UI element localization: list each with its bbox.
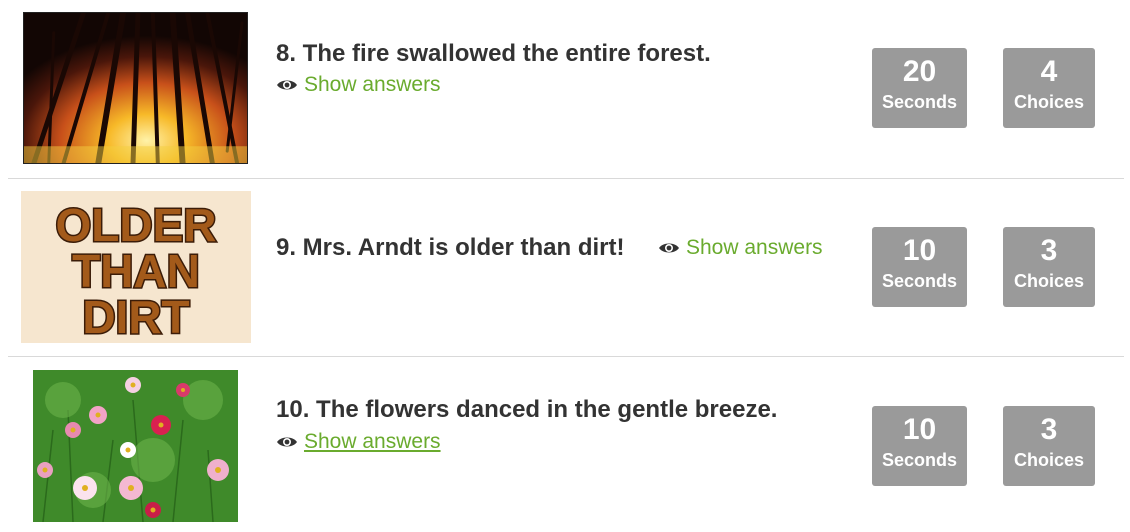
- choices-label: Choices: [1013, 271, 1085, 291]
- show-answers-link[interactable]: Show answers: [658, 236, 823, 260]
- show-answers-link[interactable]: Show answers: [276, 430, 441, 454]
- seconds-badge: 10 Seconds: [872, 406, 967, 486]
- seconds-value: 20: [902, 55, 937, 88]
- question-text: 10. The flowers danced in the gentle bre…: [276, 396, 778, 423]
- question-row[interactable]: 8. The fire swallowed the entire forest.…: [8, 0, 1124, 179]
- show-answers-label: Show answers: [304, 73, 441, 96]
- image-text-line-1: OLDER: [56, 199, 217, 251]
- seconds-badge: 10 Seconds: [872, 227, 967, 307]
- show-answers-label: Show answers: [686, 236, 823, 259]
- choices-badge: 3 Choices: [1003, 406, 1095, 486]
- choices-value: 4: [1040, 55, 1058, 88]
- choices-badge: 3 Choices: [1003, 227, 1095, 307]
- seconds-value: 10: [902, 234, 937, 267]
- choices-label: Choices: [1013, 450, 1085, 470]
- choices-label: Choices: [1013, 92, 1085, 112]
- seconds-label: Seconds: [881, 450, 958, 470]
- choices-badge: 4 Choices: [1003, 48, 1095, 128]
- eye-icon: [658, 241, 680, 255]
- seconds-badge: 20 Seconds: [872, 48, 967, 128]
- question-image-flowers: [33, 370, 238, 522]
- show-answers-link[interactable]: Show answers: [276, 73, 441, 97]
- question-row[interactable]: 10. The flowers danced in the gentle bre…: [8, 357, 1124, 532]
- seconds-label: Seconds: [881, 92, 958, 112]
- choices-value: 3: [1040, 234, 1058, 267]
- question-text: 9. Mrs. Arndt is older than dirt!: [276, 234, 625, 261]
- show-answers-label: Show answers: [304, 430, 441, 453]
- image-text-line-2: THAN: [72, 245, 200, 297]
- question-image-older-than-dirt: OLDER THAN DIRT: [21, 191, 251, 343]
- image-text-line-3: DIRT: [82, 291, 189, 343]
- eye-icon: [276, 435, 298, 449]
- question-image-forest-fire: [23, 12, 248, 164]
- question-text: 8. The fire swallowed the entire forest.: [276, 40, 711, 67]
- seconds-label: Seconds: [881, 271, 958, 291]
- choices-value: 3: [1040, 413, 1058, 446]
- question-row[interactable]: OLDER THAN DIRT 9. Mrs. Arndt is older t…: [8, 179, 1124, 357]
- question-list: 8. The fire swallowed the entire forest.…: [0, 0, 1130, 532]
- seconds-value: 10: [902, 413, 937, 446]
- eye-icon: [276, 78, 298, 92]
